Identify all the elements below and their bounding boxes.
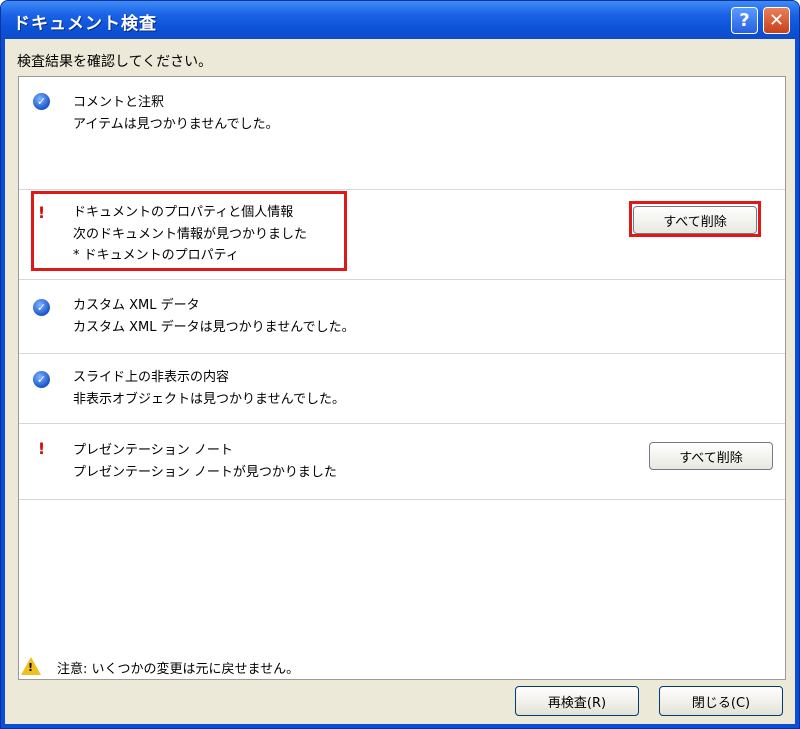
instruction-text: 検査結果を確認してください。 <box>17 54 213 70</box>
result-item-hidden-content: ✓ スライド上の非表示の内容 非表示オブジェクトは見つかりませんでした。 <box>19 353 785 424</box>
item-description: アイテムは見つかりませんでした。 <box>73 117 279 132</box>
close-window-button[interactable]: ✕ <box>763 7 790 34</box>
close-icon: ✕ <box>768 10 785 31</box>
check-icon: ✓ <box>33 93 50 110</box>
item-title: スライド上の非表示の内容 <box>73 370 230 385</box>
result-item-properties: ! ドキュメントのプロパティと個人情報 次のドキュメント情報が見つかりました *… <box>19 189 785 280</box>
dialog-body: 検査結果を確認してください。 ✓ コメントと注釈 アイテムは見つかりませんでした… <box>5 39 795 724</box>
highlight-box <box>629 201 761 237</box>
result-item-comments: ✓ コメントと注釈 アイテムは見つかりませんでした。 <box>19 77 785 190</box>
item-title: プレゼンテーション ノート <box>73 443 233 458</box>
remove-all-button[interactable]: すべて削除 <box>649 442 773 470</box>
item-description: プレゼンテーション ノートが見つかりました <box>73 465 337 480</box>
result-item-presentation-notes: ! プレゼンテーション ノート プレゼンテーション ノートが見つかりました すべ… <box>19 423 785 500</box>
warning-text: 注意: いくつかの変更は元に戻せません。 <box>57 662 300 677</box>
help-button[interactable]: ? <box>731 7 758 34</box>
window-title: ドキュメント検査 <box>13 14 157 34</box>
check-icon: ✓ <box>33 371 50 388</box>
results-list: ✓ コメントと注釈 アイテムは見つかりませんでした。 ! ドキュメントのプロパテ… <box>18 76 786 680</box>
title-bar[interactable]: ドキュメント検査 ? ✕ <box>1 1 799 39</box>
exclamation-icon: ! <box>37 439 46 458</box>
item-description: カスタム XML データは見つかりませんでした。 <box>73 320 355 335</box>
highlight-box <box>31 191 347 271</box>
close-button[interactable]: 閉じる(C) <box>659 686 783 716</box>
help-icon: ? <box>739 10 750 31</box>
document-inspector-dialog: ドキュメント検査 ? ✕ 検査結果を確認してください。 ✓ コメントと注釈 アイ… <box>0 0 800 729</box>
reinspect-button[interactable]: 再検査(R) <box>515 686 639 716</box>
item-description: 非表示オブジェクトは見つかりませんでした。 <box>73 392 345 407</box>
result-item-custom-xml: ✓ カスタム XML データ カスタム XML データは見つかりませんでした。 <box>19 279 785 354</box>
check-icon: ✓ <box>33 299 50 316</box>
item-title: コメントと注釈 <box>73 95 165 110</box>
item-title: カスタム XML データ <box>73 298 200 313</box>
